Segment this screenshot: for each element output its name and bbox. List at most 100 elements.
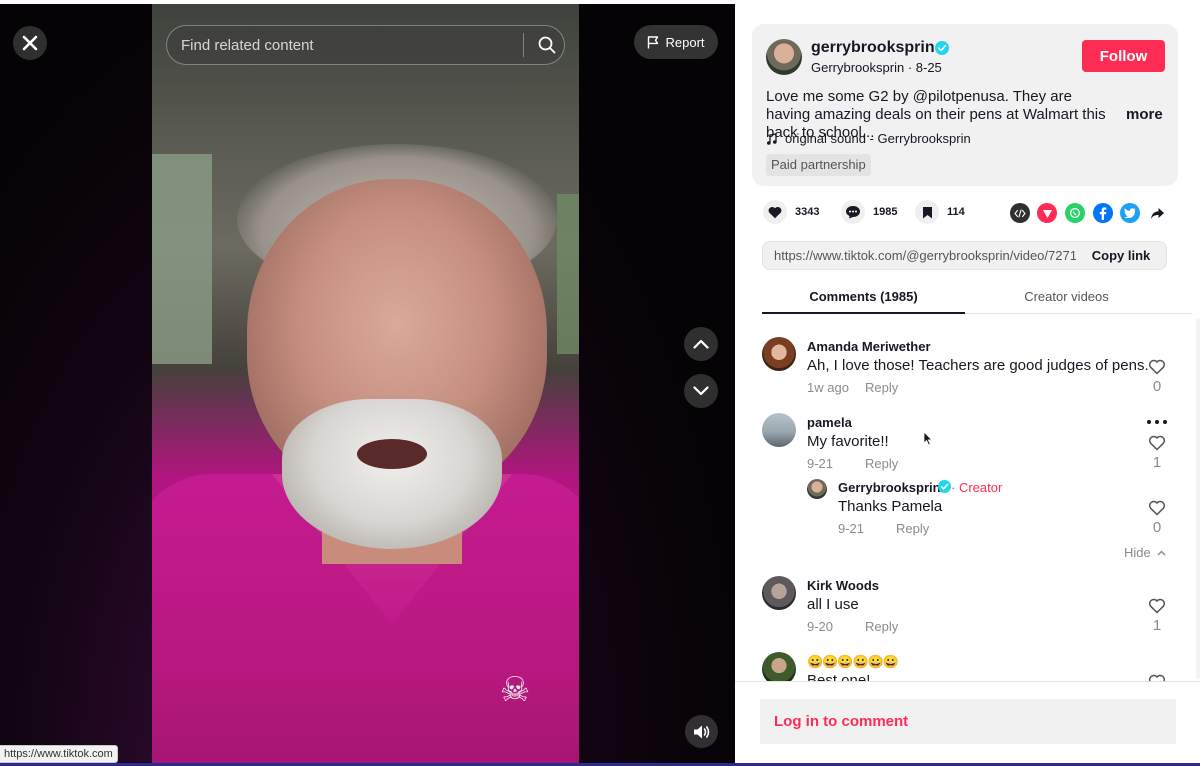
comment-username[interactable]: Kirk Woods [807,578,879,593]
flag-icon [648,35,659,48]
follow-button[interactable]: Follow [1082,40,1165,72]
comment-username[interactable]: 😀😀😀😀😀😀 [807,654,899,670]
chevron-up-icon [693,339,709,349]
paid-partnership-badge: Paid partnership [766,154,871,176]
reply-like-count: 0 [1152,519,1162,536]
search-input[interactable] [181,36,519,54]
reply-author-avatar[interactable] [807,479,827,499]
video-info-card: gerrybrooksprin Gerrybrooksprin · 8-25 F… [752,24,1178,186]
author-nickname: Gerrybrooksprin [811,60,905,75]
comment-button[interactable]: 1985 [841,200,897,224]
comments-list: Amanda Meriwether Ah, I love those! Teac… [735,319,1200,681]
comment-text: all I use [807,596,859,613]
comment-like-icon[interactable] [1148,673,1166,681]
close-button[interactable] [13,26,47,60]
panel-tabs: Comments (1985) Creator videos [762,284,1192,314]
like-button[interactable]: 3343 [763,200,819,224]
video-link-box: https://www.tiktok.com/@gerrybrooksprin/… [762,241,1167,270]
bookmark-icon [915,200,939,224]
comments-scrollbar[interactable] [1196,319,1200,679]
report-label: Report [665,34,705,50]
comment-time: 1w ago [807,380,849,395]
report-button[interactable]: Report [634,25,718,59]
active-tab-indicator [762,312,965,314]
video-scene-window [557,194,579,354]
hide-replies-button[interactable]: Hide [1124,545,1166,560]
commenter-avatar[interactable] [762,413,796,447]
mouse-cursor-icon [923,431,933,446]
commenter-avatar[interactable] [762,576,796,610]
browser-status-url: https://www.tiktok.com [0,745,118,763]
like-count: 3343 [795,206,820,218]
search-button[interactable] [534,32,560,58]
video-pane: ☠ Report [0,4,735,764]
video-link-url[interactable]: https://www.tiktok.com/@gerrybrooksprin/… [763,248,1076,263]
tab-creator-videos[interactable]: Creator videos [965,289,1168,304]
video-player[interactable]: ☠ [152,4,579,764]
commenter-avatar[interactable] [762,337,796,371]
close-icon [22,35,38,51]
login-to-comment-button[interactable]: Log in to comment [760,699,1176,744]
author-subtitle: Gerrybrooksprin · 8-25 [811,60,942,75]
reply-reply-button[interactable]: Reply [896,521,929,536]
comment-like-icon[interactable] [1148,434,1166,452]
favorite-button[interactable]: 114 [915,200,965,224]
facebook-icon[interactable] [1093,203,1113,223]
shirt-logo-icon: ☠ [499,671,531,709]
next-video-button[interactable] [684,374,718,408]
comment-username[interactable]: Amanda Meriwether [807,339,931,354]
creator-badge-label: Creator [958,480,1003,495]
volume-button[interactable] [685,715,718,748]
reply-time: 9-21 [838,521,865,536]
heart-icon [763,200,787,224]
comment-like-icon[interactable] [1148,597,1166,615]
comment-reply-button[interactable]: Reply [865,456,898,471]
comment-like-count: 1 [1152,454,1162,471]
comment-like-count: 1 [1152,617,1162,634]
comment-username[interactable]: pamela [807,415,852,430]
creator-badge: · Creator [951,480,1003,495]
favorite-count: 114 [947,206,965,218]
reply-text: Thanks Pamela [838,498,943,515]
music-note-icon [767,132,777,145]
embed-icon[interactable] [1010,203,1030,223]
video-scene-window [152,154,212,364]
more-options-icon[interactable] [1146,419,1168,425]
comment-reply-button[interactable]: Reply [865,380,898,395]
author-avatar[interactable] [766,39,802,75]
whatsapp-icon[interactable] [1065,203,1085,223]
comment-text: Best one! [807,672,871,681]
comment-text: My favorite!! [807,433,889,450]
reply-like-icon[interactable] [1148,499,1166,517]
chevron-down-icon [693,386,709,396]
comment-reply-button[interactable]: Reply [865,619,898,634]
share-arrow-icon[interactable] [1147,203,1167,223]
comment-time: 9-21 [807,456,834,471]
author-username[interactable]: gerrybrooksprin [811,39,935,57]
chevron-up-icon [1157,550,1166,555]
twitter-icon[interactable] [1120,203,1140,223]
send-icon[interactable] [1037,203,1057,223]
sound-label: original sound - Gerrybrooksprin [785,131,971,146]
commenter-avatar[interactable] [762,652,796,681]
search-bar [166,25,565,65]
tab-comments[interactable]: Comments (1985) [762,289,965,304]
comment-time: 9-20 [807,619,834,634]
volume-icon [693,725,709,738]
comment-like-count: 0 [1152,378,1162,395]
verified-icon [935,41,949,55]
comment-count: 1985 [873,206,898,218]
comment-text: Ah, I love those! Teachers are good judg… [807,357,1149,374]
search-icon [538,36,556,54]
video-scene-mouth [357,439,427,469]
verified-icon [938,480,951,493]
sound-link[interactable]: original sound - Gerrybrooksprin [766,131,971,146]
comment-like-icon[interactable] [1148,358,1166,376]
comment-icon [841,200,865,224]
copy-link-button[interactable]: Copy link [1076,248,1166,263]
action-bar: 3343 1985 114 [763,200,1183,228]
post-date: 8-25 [915,60,942,75]
caption-more-button[interactable]: more [1126,106,1163,123]
previous-video-button[interactable] [684,327,718,361]
reply-username[interactable]: Gerrybrooksprin [838,480,941,495]
